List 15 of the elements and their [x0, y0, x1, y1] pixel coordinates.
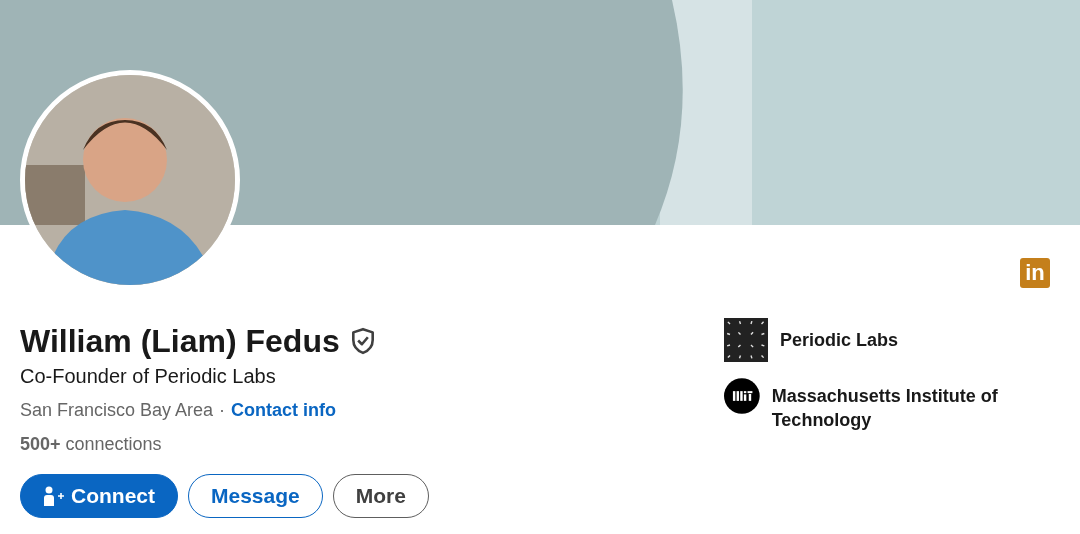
separator: · — [219, 399, 226, 422]
profile-name: William (Liam) Fedus — [20, 325, 340, 357]
company-logo-icon — [724, 318, 768, 362]
action-button[interactable]: Connect — [20, 474, 178, 518]
location: San Francisco Bay Area — [20, 399, 214, 422]
headline: Co-Founder of Periodic Labs — [20, 364, 276, 388]
contact-info-link[interactable]: Contact info — [231, 398, 337, 422]
company-name[interactable]: Periodic Labs — [780, 328, 899, 352]
company-name[interactable]: Massachusetts Institute of Technology — [771, 384, 1040, 432]
linkedin-logo: in — [1020, 258, 1050, 288]
connections-label: connections — [65, 433, 162, 456]
action-button[interactable]: More — [332, 474, 429, 518]
person-plus-icon — [43, 486, 65, 506]
connections-count: 500+ — [20, 433, 61, 456]
action-button[interactable]: Message — [188, 474, 323, 518]
